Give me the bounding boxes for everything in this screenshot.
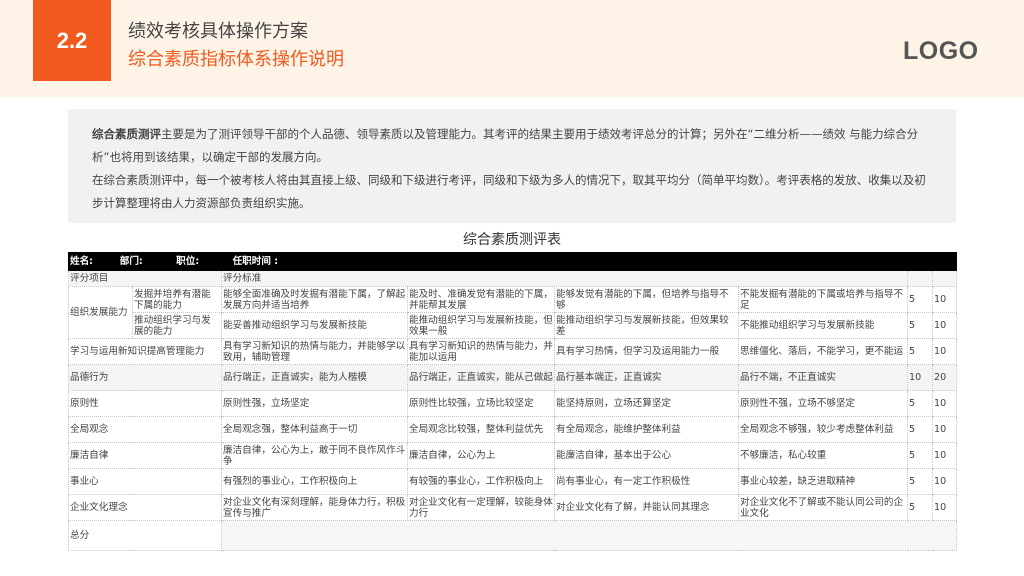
criteria-cell: 全局观念强，整体利益高于一切: [221, 416, 408, 443]
criteria-cell: 能妥善推动组织学习与发展新技能: [221, 312, 408, 339]
table-row: 学习与运用新知识提高管理能力 具有学习新知识的热情与能力，并能够学以致用，辅助管…: [68, 338, 958, 365]
score-cell: 5: [907, 390, 933, 417]
label-blank: [907, 270, 933, 287]
criteria-cell: 廉洁自律，公心为上: [407, 442, 555, 469]
criteria-cell: 廉洁自律，公心为上，敢于同不良作风作斗争: [221, 442, 408, 469]
intro-paragraph-1: 综合素质测评主要是为了测评领导干部的个人品德、领导素质以及管理能力。其考评的结果…: [92, 123, 932, 169]
section-number-badge: 2.2: [33, 0, 111, 81]
score-cell: 5: [907, 468, 933, 495]
criteria-cell: 具有学习热情，但学习及运用能力一般: [554, 338, 739, 365]
score-cell: 5: [907, 312, 933, 339]
criteria-cell: 原则性强，立场坚定: [221, 390, 408, 417]
criteria-cell: 对企业文化有深刻理解，能身体力行，积极宣传与推广: [221, 494, 408, 521]
score-cell: 20: [931, 364, 958, 391]
subitem-cell: 发掘并培养有潜能下属的能力: [132, 286, 222, 313]
table-title: 综合素质测评表: [463, 232, 561, 248]
intro-paragraph-2: 在综合素质测评中，每一个被考核人将由其直接上级、同级和下级进行考评，同级和下级为…: [92, 173, 926, 210]
score-cell: 10: [907, 364, 933, 391]
criteria-cell: 能够发觉有潜能的下属，但培养与指导不够: [554, 286, 739, 313]
score-cell: 5: [907, 442, 933, 469]
criteria-cell: 品行端正，正直诚实，能从己做起: [407, 364, 555, 391]
criteria-cell: 有全局观念，能维护整体利益: [554, 416, 739, 443]
score-cell: 10: [931, 312, 958, 339]
table-total-row: 总分: [68, 520, 958, 551]
label-criteria: 评分标准: [221, 270, 908, 287]
table-header-row: 姓名: 部门: 职位: 任职时间 :: [67, 252, 958, 271]
criteria-cell: 尚有事业心，有一定工作积极性: [554, 468, 739, 495]
criteria-cell: 品行端正，正直诚实，能为人楷模: [221, 364, 408, 391]
score-cell: 5: [907, 416, 933, 443]
criteria-cell: 具有学习新知识的热情与能力，并能够学以致用，辅助管理: [221, 338, 408, 365]
label-item: 评分项目: [68, 270, 222, 287]
criteria-cell: 能廉洁自律，基本出于公心: [554, 442, 739, 469]
criteria-cell: 能及时、准确发觉有潜能的下属，并能帮其发展: [407, 286, 555, 313]
page-title: 绩效考核具体操作方案: [128, 21, 308, 42]
subitem-cell: 推动组织学习与发展的能力: [132, 312, 222, 339]
table-label-row: 评分项目 评分标准: [68, 270, 958, 287]
criteria-cell: 品行不端，不正直诚实: [738, 364, 908, 391]
page-subtitle: 综合素质指标体系操作说明: [128, 49, 344, 70]
criteria-cell: 对企业文化有了解，并能认同其理念: [554, 494, 739, 521]
item-cell: 原则性: [68, 390, 222, 417]
criteria-cell: 能推动组织学习与发展新技能，但效果较差: [554, 312, 739, 339]
criteria-cell: 有较强的事业心，工作积极向上: [407, 468, 555, 495]
intro-lead-term: 综合素质测评: [92, 127, 161, 141]
criteria-cell: 能推动组织学习与发展新技能，但效果一般: [407, 312, 555, 339]
criteria-cell: 有强烈的事业心，工作积极向上: [221, 468, 408, 495]
score-cell: 10: [931, 338, 958, 365]
item-cell: 廉洁自律: [68, 442, 222, 469]
criteria-cell: 思维僵化、落后，不能学习，更不能运: [738, 338, 908, 365]
item-cell: 事业心: [68, 468, 222, 495]
table-row: 推动组织学习与发展的能力 能妥善推动组织学习与发展新技能 能推动组织学习与发展新…: [69, 312, 958, 339]
criteria-cell: 全局观念比较强，整体利益优先: [407, 416, 555, 443]
criteria-cell: 具有学习新知识的热情与能力，并能加以运用: [407, 338, 555, 365]
score-cell: 10: [931, 416, 958, 443]
table-row: 全局观念 全局观念强，整体利益高于一切 全局观念比较强，整体利益优先 有全局观念…: [68, 416, 958, 443]
table-header-fields: 姓名: 部门: 职位: 任职时间 :: [67, 252, 958, 271]
total-label: 总分: [68, 520, 222, 551]
score-cell: 10: [931, 286, 958, 313]
table-row: 廉洁自律 廉洁自律，公心为上，敢于同不良作风作斗争 廉洁自律，公心为上 能廉洁自…: [68, 442, 958, 469]
criteria-cell: 能坚持原则，立场还算坚定: [554, 390, 739, 417]
evaluation-table: 姓名: 部门: 职位: 任职时间 : 评分项目 评分标准 组织发展能力 发掘并培…: [67, 252, 958, 551]
criteria-cell: 原则性比较强，立场比较坚定: [407, 390, 555, 417]
score-cell: 10: [931, 442, 958, 469]
score-cell: 10: [931, 390, 958, 417]
item-cell: 组织发展能力: [68, 286, 133, 339]
item-cell: 全局观念: [68, 416, 222, 443]
intro-text-box: 综合素质测评主要是为了测评领导干部的个人品德、领导素质以及管理能力。其考评的结果…: [68, 109, 956, 223]
criteria-cell: 能够全面准确及时发掘有潜能下属，了解起发展方向并适当培养: [221, 286, 408, 313]
score-cell: 5: [907, 494, 933, 521]
criteria-cell: 品行基本端正，正直诚实: [554, 364, 739, 391]
intro-paragraph-1-text: 主要是为了测评领导干部的个人品德、领导素质以及管理能力。其考评的结果主要用于绩效…: [92, 127, 919, 164]
table-row: 组织发展能力 发掘并培养有潜能下属的能力 能够全面准确及时发掘有潜能下属，了解起…: [68, 286, 958, 339]
label-blank: [931, 270, 958, 287]
criteria-cell: 原则性不强，立场不够坚定: [738, 390, 908, 417]
table-row: 品德行为 品行端正，正直诚实，能为人楷模 品行端正，正直诚实，能从己做起 品行基…: [68, 364, 958, 391]
table-row: 企业文化理念 对企业文化有深刻理解，能身体力行，积极宣传与推广 对企业文化有一定…: [68, 494, 958, 521]
criteria-cell: 不能推动组织学习与发展新技能: [738, 312, 908, 339]
item-cell: 企业文化理念: [68, 494, 222, 521]
criteria-cell: 对企业文化不了解或不能认同公司的企业文化: [738, 494, 908, 521]
item-cell: 学习与运用新知识提高管理能力: [68, 338, 222, 365]
criteria-cell: 事业心较差，缺乏进取精神: [738, 468, 908, 495]
criteria-cell: 不够廉洁，私心较重: [738, 442, 908, 469]
criteria-cell: 全局观念不够强，较少考虑整体利益: [738, 416, 908, 443]
criteria-cell: 不能发掘有潜能的下属或培养与指导不足: [738, 286, 908, 313]
score-cell: 5: [907, 338, 933, 365]
score-cell: 5: [907, 286, 933, 313]
item-cell: 品德行为: [68, 364, 222, 391]
score-cell: 10: [931, 494, 958, 521]
total-value-cell: [220, 520, 958, 551]
table-row: 原则性 原则性强，立场坚定 原则性比较强，立场比较坚定 能坚持原则，立场还算坚定…: [68, 390, 958, 417]
criteria-cell: 对企业文化有一定理解，较能身体力行: [407, 494, 555, 521]
logo: LOGO: [903, 37, 979, 65]
score-cell: 10: [931, 468, 958, 495]
table-row: 事业心 有强烈的事业心，工作积极向上 有较强的事业心，工作积极向上 尚有事业心，…: [68, 468, 958, 495]
